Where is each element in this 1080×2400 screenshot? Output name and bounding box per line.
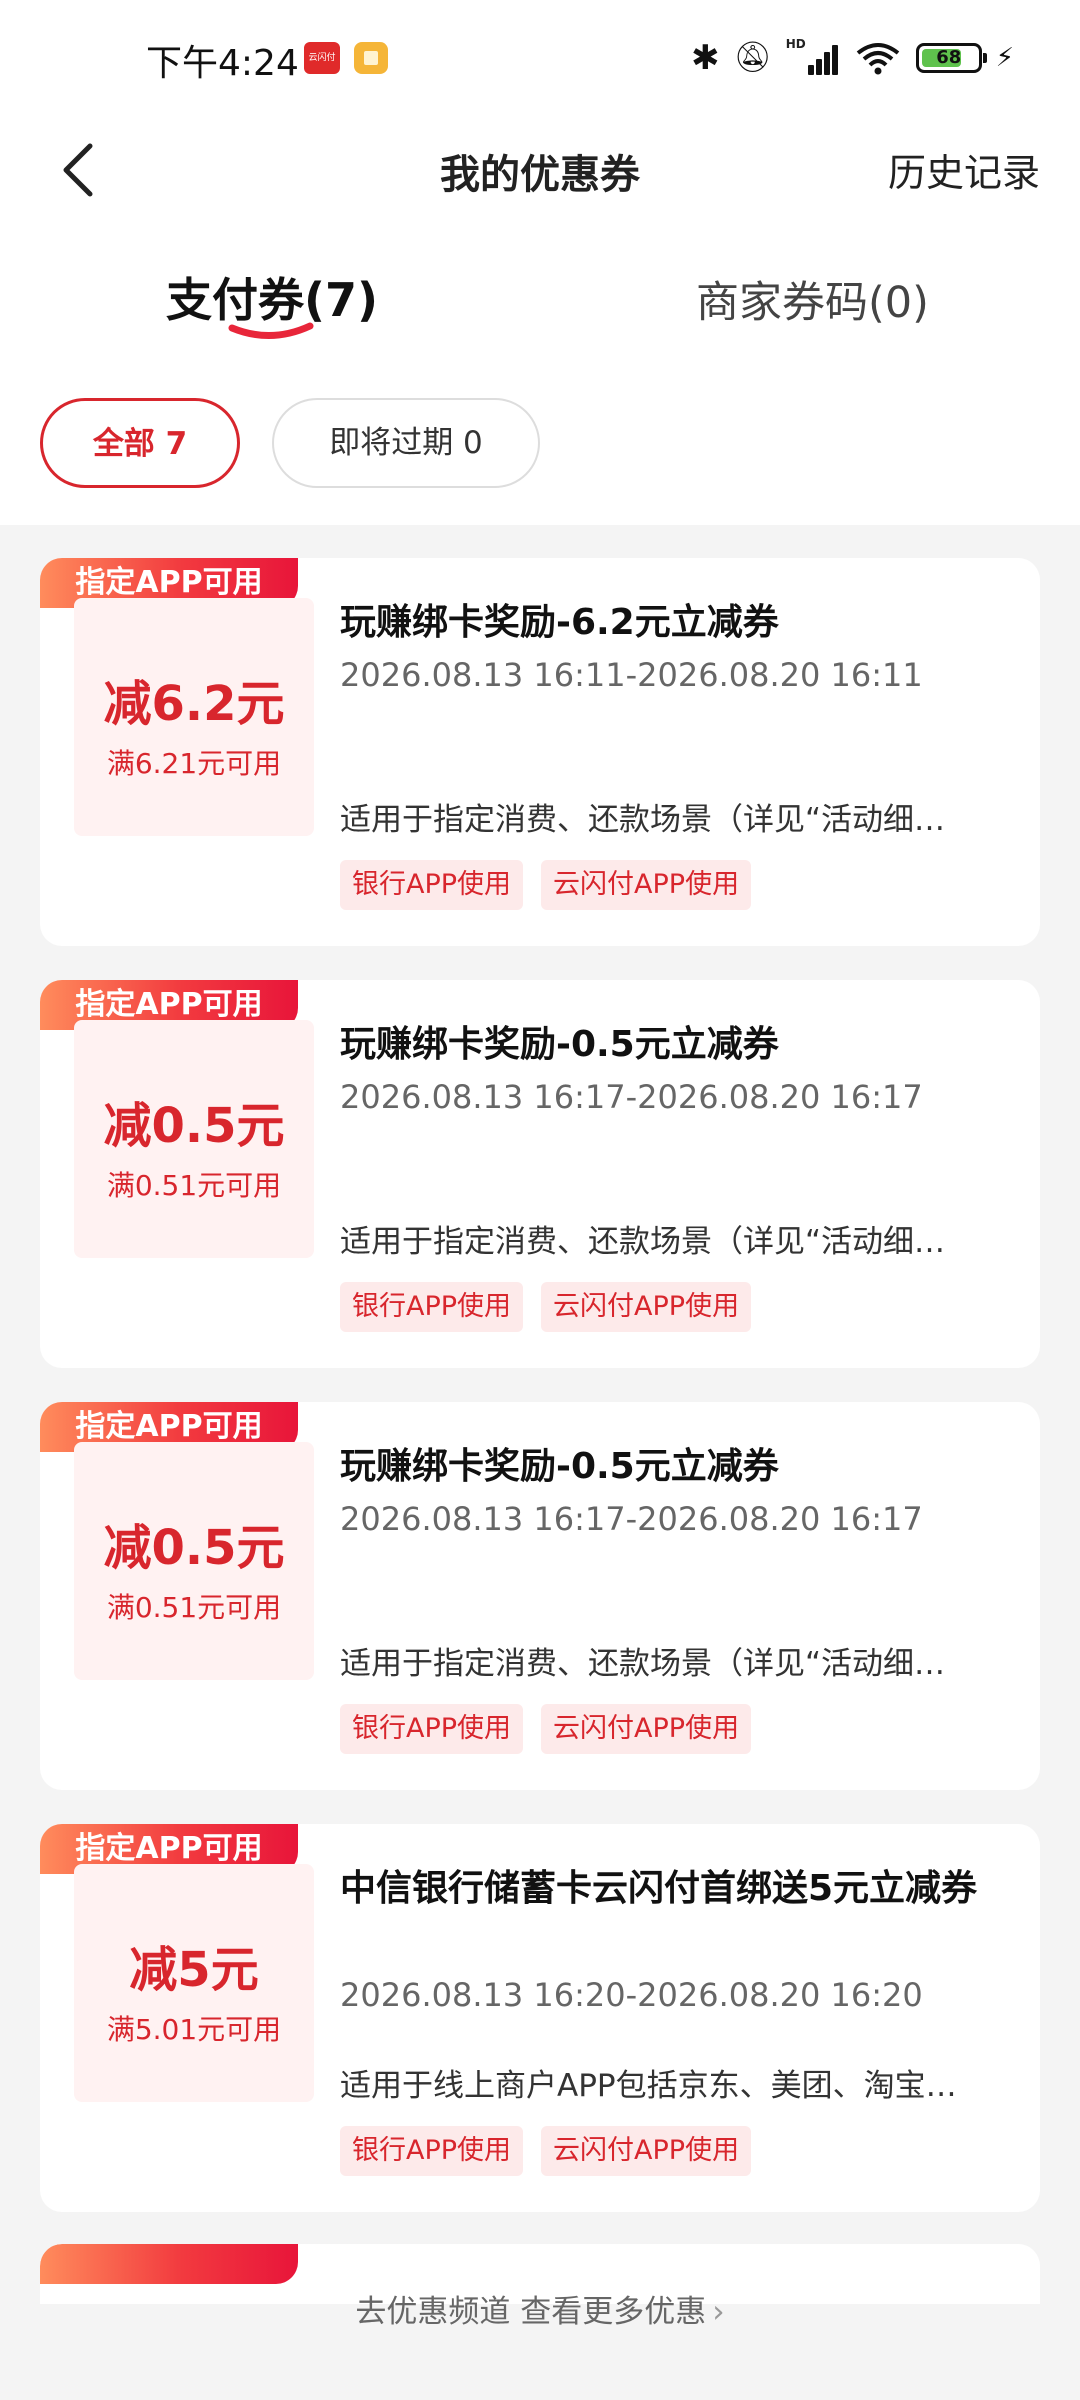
badge-bank-app: 银行APP使用 xyxy=(340,1282,524,1332)
unionpay-notification-icon: 云闪付 xyxy=(304,42,340,74)
badge-unionpay-app: 云闪付APP使用 xyxy=(541,860,752,910)
filter-all-chip[interactable]: 全部 7 xyxy=(40,398,240,488)
coupon-title: 中信银行储蓄卡云闪付首绑送5元立减券 xyxy=(340,1868,978,1909)
coupon-condition: 满0.51元可用 xyxy=(106,1591,282,1624)
battery-icon: 68 xyxy=(915,43,987,73)
coupon-badges: 银行APP使用 云闪付APP使用 xyxy=(340,1282,752,1332)
coupon-condition: 满5.01元可用 xyxy=(106,2013,282,2046)
coupon-value-panel: 减0.5元 满0.51元可用 xyxy=(74,1020,314,1258)
more-coupons-link[interactable]: 去优惠频道 查看更多优惠 › xyxy=(0,2286,1080,2331)
coupon-condition: 满0.51元可用 xyxy=(106,1169,282,1202)
wifi-icon xyxy=(854,41,902,75)
coupon-card[interactable]: 指定APP可用 减6.2元 满6.21元可用 玩赚绑卡奖励-6.2元立减券 20… xyxy=(40,558,1040,946)
charging-bolt-icon: ⚡︎ xyxy=(995,43,1014,73)
coupon-title: 玩赚绑卡奖励-0.5元立减券 xyxy=(340,1446,779,1487)
chevron-right-icon: › xyxy=(712,2294,725,2330)
status-time: 下午4:24 xyxy=(146,43,299,84)
more-coupons-label: 去优惠频道 查看更多优惠 xyxy=(355,2294,707,2330)
signal-icon: HD xyxy=(786,37,840,75)
tab-payment-coupons[interactable]: 支付券(7) xyxy=(166,264,378,330)
coupon-list: 指定APP可用 减6.2元 满6.21元可用 玩赚绑卡奖励-6.2元立减券 20… xyxy=(40,558,1040,2246)
coupon-title: 玩赚绑卡奖励-0.5元立减券 xyxy=(340,1024,779,1065)
badge-unionpay-app: 云闪付APP使用 xyxy=(541,1704,752,1754)
coupon-card[interactable]: 指定APP可用 减0.5元 满0.51元可用 玩赚绑卡奖励-0.5元立减券 20… xyxy=(40,980,1040,1368)
coupon-description: 适用于指定消费、还款场景（详见“活动细… xyxy=(340,1224,946,1260)
coupon-validity: 2026.08.13 16:11-2026.08.20 16:11 xyxy=(340,656,923,694)
bluetooth-icon: ✱ xyxy=(691,38,720,78)
badge-bank-app: 银行APP使用 xyxy=(340,2126,524,2176)
filter-chips: 全部 7 即将过期 0 xyxy=(0,398,1080,494)
coupon-condition: 满6.21元可用 xyxy=(106,747,282,780)
status-bar: 下午4:24 云闪付 ✱ 🔕︎ HD 68 ⚡︎ xyxy=(0,0,1080,120)
status-icons: ✱ 🔕︎ HD 68 ⚡︎ xyxy=(691,36,1014,80)
coupon-description: 适用于指定消费、还款场景（详见“活动细… xyxy=(340,802,946,838)
coupon-amount: 减0.5元 xyxy=(103,1098,285,1154)
badge-unionpay-app: 云闪付APP使用 xyxy=(541,2126,752,2176)
bell-off-icon: 🔕︎ xyxy=(733,40,772,75)
nav-bar: 我的优惠券 历史记录 xyxy=(0,120,1080,220)
coupon-validity: 2026.08.13 16:17-2026.08.20 16:17 xyxy=(340,1078,923,1116)
coupon-value-panel: 减6.2元 满6.21元可用 xyxy=(74,598,314,836)
tab-merchant-codes[interactable]: 商家券码(0) xyxy=(696,268,929,330)
coupon-tabs: 支付券(7) 商家券码(0) xyxy=(0,250,1080,360)
coupon-value-panel: 减5元 满5.01元可用 xyxy=(74,1864,314,2102)
gallery-notification-icon xyxy=(354,42,388,74)
badge-bank-app: 银行APP使用 xyxy=(340,860,524,910)
coupon-amount: 减6.2元 xyxy=(103,676,285,732)
coupon-amount: 减5元 xyxy=(129,1942,259,1998)
coupon-tag xyxy=(40,2244,298,2284)
tab-active-indicator xyxy=(228,322,314,339)
coupon-card[interactable]: 指定APP可用 减5元 满5.01元可用 中信银行储蓄卡云闪付首绑送5元立减券 … xyxy=(40,1824,1040,2212)
coupon-value-panel: 减0.5元 满0.51元可用 xyxy=(74,1442,314,1680)
history-button[interactable]: 历史记录 xyxy=(888,142,1040,197)
coupon-card[interactable]: 指定APP可用 减0.5元 满0.51元可用 玩赚绑卡奖励-0.5元立减券 20… xyxy=(40,1402,1040,1790)
coupon-title: 玩赚绑卡奖励-6.2元立减券 xyxy=(340,602,779,643)
coupon-badges: 银行APP使用 云闪付APP使用 xyxy=(340,1704,752,1754)
filter-expiring-chip[interactable]: 即将过期 0 xyxy=(272,398,540,488)
badge-unionpay-app: 云闪付APP使用 xyxy=(541,1282,752,1332)
coupon-description: 适用于指定消费、还款场景（详见“活动细… xyxy=(340,1646,946,1682)
coupon-description: 适用于线上商户APP包括京东、美团、淘宝… xyxy=(340,2068,957,2104)
badge-bank-app: 银行APP使用 xyxy=(340,1704,524,1754)
coupon-badges: 银行APP使用 云闪付APP使用 xyxy=(340,2126,752,2176)
coupon-amount: 减0.5元 xyxy=(103,1520,285,1576)
header-region: 下午4:24 云闪付 ✱ 🔕︎ HD 68 ⚡︎ 我的优惠券 历史记录 支付券(… xyxy=(0,0,1080,525)
coupon-badges: 银行APP使用 云闪付APP使用 xyxy=(340,860,752,910)
coupon-validity: 2026.08.13 16:17-2026.08.20 16:17 xyxy=(340,1500,923,1538)
coupon-validity: 2026.08.13 16:20-2026.08.20 16:20 xyxy=(340,1976,923,2014)
